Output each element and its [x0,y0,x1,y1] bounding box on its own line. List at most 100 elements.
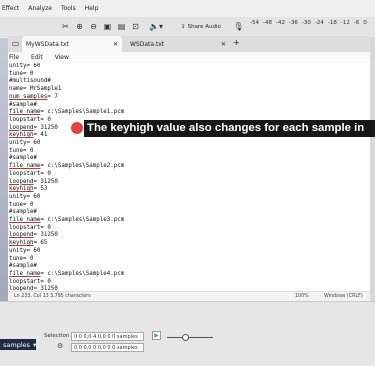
time-value: 0 0 0,0 4 0,0 0 0 samples [74,333,138,340]
editor-line: loopstart= 0 [9,224,51,231]
editor-line: tune= 0 [9,70,34,77]
misspelled-word: loopend [9,232,34,239]
notepad-tab-bar: ▭ MyWSData.txt ✕ WSData.txt ✕ + [8,36,370,52]
editor-line: #sample# [9,101,37,108]
close-icon[interactable]: ✕ [221,41,226,48]
record-dot-icon [71,122,83,134]
misspelled-word: file_name [9,217,41,224]
tab-mywsdata[interactable]: MyWSData.txt ✕ [22,36,122,52]
zoom-toggle-icon[interactable]: ⊡ [130,21,141,33]
editor-line: file_name= c:\Samples\Sample1.pcm [9,109,125,116]
new-tab-button[interactable]: + [233,38,240,47]
editor-line: loopstart= 0 [9,170,51,177]
misspelled-word: file_name [9,109,41,116]
editor-line: loopend= 31250 [9,178,58,185]
editor-line: unity= 60 [9,247,41,254]
misspelled-word: file_name [9,270,41,277]
mic-icon: 🎙 [233,22,244,31]
background-app-strip-right [370,39,375,301]
editor-content: unity= 60 tune= 0 #multisound# name= MrSamp… [9,63,124,291]
chevron-down-icon: ▾ [33,340,37,349]
notepad-menubar: File Edit View [8,52,370,63]
editor-line: #multisound# [9,78,51,85]
tab-label: MyWSData.txt [26,40,69,48]
caption-callout: The keyhigh value also changes for each … [84,120,375,137]
editor-line: file_name= c:\Samples\Sample3.pcm [9,217,125,224]
slider-knob[interactable] [182,334,189,341]
play-at-speed-button[interactable]: ▶ [152,331,161,340]
fit-project-icon[interactable]: ▤ [116,21,127,33]
editor-line: #sample# [9,263,37,270]
selection-end-time[interactable]: 0 0 0,0 0 0,0 0 0 samples [71,343,144,352]
editor-line: unity= 60 [9,140,41,147]
tab-wsdata[interactable]: WSData.txt ✕ [126,36,230,52]
meter-tick: -24 [314,20,324,26]
selection-label: Selection [44,333,70,339]
samples-dropdown[interactable]: samples ▾ [0,339,36,350]
editor-line: loopstart= 0 [9,278,51,285]
editor-line: file_name= c:\Samples\Sample2.pcm [9,163,125,170]
fit-selection-icon[interactable]: ▣ [102,21,113,33]
text-editor[interactable]: unity= 60 tune= 0 #multisound# name= MrSamp… [8,63,370,291]
zoom-out-icon[interactable]: ⊖ [88,21,99,33]
char-count: 3,795 characters [50,294,91,299]
editor-line: #sample# [9,209,37,216]
menu-file[interactable]: File [9,54,19,61]
meter-tick: -36 [288,20,298,26]
meter-tick: 0 [363,20,367,26]
line-ending: Windows (CRLF) [324,294,363,299]
play-icon: ▶ [154,332,159,339]
misspelled-word: loopend [9,124,34,131]
editor-line: #sample# [9,155,37,162]
editor-line: num_samples= 7 [9,93,58,100]
meter-tick: -12 [340,20,350,26]
misspelled-word: keyhigh [9,132,34,139]
settings-icon[interactable]: ⚙ [57,342,63,350]
menu-help[interactable]: Help [85,5,99,12]
time-value: 0 0 0,0 0 0,0 0 0 samples [74,344,138,351]
share-audio-label: Share Audio [187,24,221,30]
meter-tick: -18 [327,20,337,26]
menu-effect[interactable]: Effect [2,5,19,12]
editor-line: unity= 60 [9,63,41,69]
menu-analyze[interactable]: Analyze [28,5,52,12]
meter-tick: -6 [353,20,360,26]
misspelled-word: loopend [9,178,34,185]
misspelled-word: file_name [9,163,41,170]
samples-label: samples [3,340,31,349]
notepad-statusbar: Ln 233, Col 13 3,795 characters 100% Win… [8,291,370,301]
meter-tick: -30 [301,20,311,26]
editor-line: keyhigh= 65 [9,240,48,247]
upload-icon: ⇪ [181,24,186,30]
editor-line: file_name= c:\Samples\Sample4.pcm [9,270,125,277]
misspelled-word: num_samples [9,93,48,100]
meter-tick: -54 [250,20,259,26]
background-app-strip [0,39,8,301]
menu-view[interactable]: View [55,54,69,61]
misspelled-word: keyhigh [9,186,34,193]
share-audio-button[interactable]: ⇪ Share Audio [177,20,225,34]
selection-start-time[interactable]: 0 0 0,0 4 0,0 0 0 samples [71,332,144,341]
app-menubar: Effect Analyze Tools Help [0,0,375,17]
tab-label: WSData.txt [130,40,165,48]
playback-speed-slider[interactable] [167,337,213,338]
zoom-in-icon[interactable]: ⊕ [74,21,85,33]
menu-edit[interactable]: Edit [31,54,43,61]
editor-line: tune= 0 [9,147,34,154]
editor-line: tune= 0 [9,255,34,262]
meter-tick: -48 [262,20,272,26]
audio-setup-icon[interactable]: 🔈▾ [147,21,165,33]
editor-line: loopend= 31250 [9,232,58,239]
level-meter[interactable]: -54 -48 -42 -36 -30 -24 -18 -12 -6 0 [250,20,367,26]
editor-line: unity= 60 [9,193,41,200]
cursor-position: Ln 233, Col 13 [14,294,49,299]
close-icon[interactable]: ✕ [113,41,118,48]
editor-line: keyhigh= 53 [9,186,48,193]
editor-line: tune= 0 [9,201,34,208]
zoom-level: 100% [295,294,309,299]
notepad-app-icon: ▭ [11,39,20,48]
misspelled-word: keyhigh [9,240,34,247]
editor-line: name= MrSample1 [9,86,62,93]
cut-icon[interactable]: ✂ [60,21,71,33]
menu-tools[interactable]: Tools [61,5,76,12]
